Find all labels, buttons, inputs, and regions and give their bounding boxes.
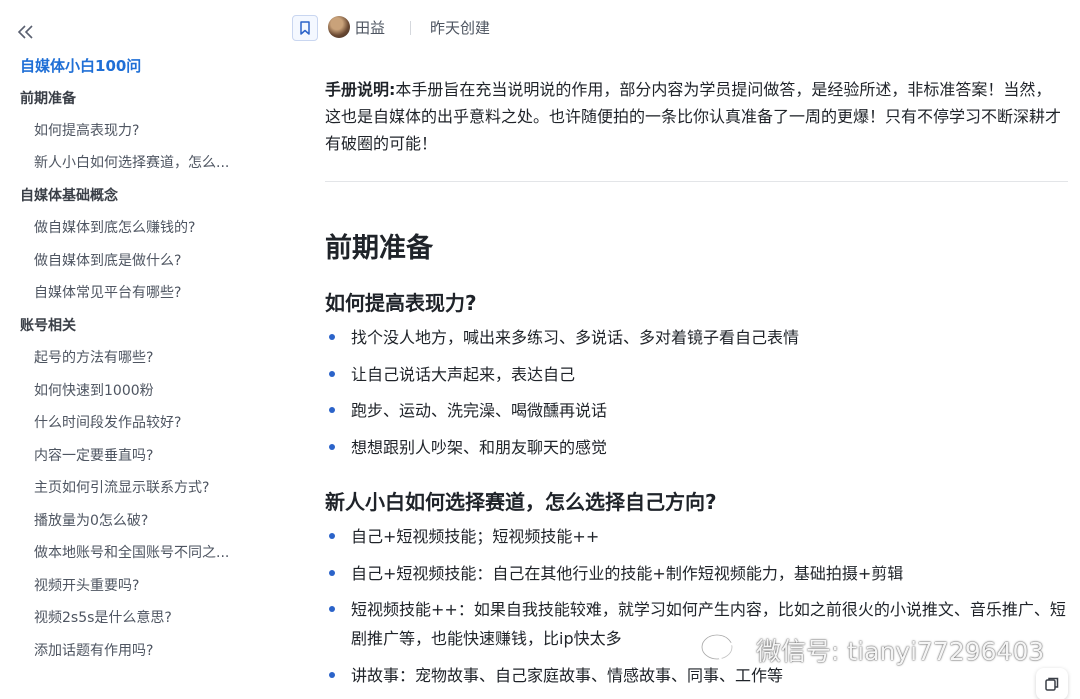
toc-item[interactable]: 如何快速到1000粉 [34, 380, 252, 400]
watermark: 微信号: tianyi77296403 [700, 628, 1044, 672]
toc-item[interactable]: 起号的方法有哪些? [34, 347, 252, 367]
list-item: 自己+短视频技能；短视频技能++ [325, 522, 1070, 551]
divider [325, 181, 1068, 182]
list-item: 想想跟别人吵架、和朋友聊天的感觉 [325, 433, 1070, 462]
intro-text: 本手册旨在充当说明说的作用，部分内容为学员提问做答，是经验所述，非标准答案！当然… [325, 80, 1062, 153]
toc-item[interactable]: 做自媒体到底怎么赚钱的? [34, 217, 252, 237]
section-heading: 前期准备 [325, 233, 433, 264]
doc-header: 田益 昨天创建 [262, 0, 1080, 56]
list-item: 找个没人地方，喊出来多练习、多说话、多对着镜子看自己表情 [325, 323, 1070, 352]
toc-heading[interactable]: 账号相关 [20, 315, 250, 335]
toc-item[interactable]: 内容一定要垂直吗? [34, 445, 252, 465]
toc-item[interactable]: 做本地账号和全国账号不同之... [34, 542, 252, 562]
subsection-heading: 如何提高表现力? [325, 291, 477, 315]
sidebar: 自媒体小白100问 前期准备 如何提高表现力? 新人小白如何选择赛道，怎么...… [0, 0, 262, 699]
collapse-sidebar-icon[interactable] [16, 22, 36, 42]
toc-item[interactable]: 播放量为0怎么破? [34, 510, 252, 530]
toc-item[interactable]: 添加话题有作用吗? [34, 640, 252, 660]
manual-description: 手册说明:本手册旨在充当说明说的作用，部分内容为学员提问做答，是经验所述，非标准… [325, 76, 1067, 157]
list-item: 自己+短视频技能：自己在其他行业的技能+制作短视频能力，基础拍摄+剪辑 [325, 559, 1070, 588]
bullet-dot-icon [329, 606, 335, 612]
floating-action-button[interactable] [1036, 668, 1068, 699]
subsection-heading: 新人小白如何选择赛道，怎么选择自己方向? [325, 490, 717, 514]
created-time: 昨天创建 [430, 19, 491, 37]
watermark-text: 微信号: tianyi77296403 [756, 637, 1045, 666]
bullet-dot-icon [329, 672, 335, 678]
toc-item[interactable]: 主页如何引流显示联系方式? [34, 477, 252, 497]
toc-item[interactable]: 视频2s5s是什么意思? [34, 607, 252, 627]
toc-item[interactable]: 自媒体常见平台有哪些? [34, 282, 252, 302]
toc-title[interactable]: 自媒体小白100问 [20, 55, 141, 76]
bookmark-button[interactable] [292, 15, 318, 41]
toc-item[interactable]: 视频开头重要吗? [34, 575, 252, 595]
list-item: 让自己说话大声起来，表达自己 [325, 360, 1070, 389]
toc-item[interactable]: 做自媒体到底是做什么? [34, 250, 252, 270]
list-item: 跑步、运动、洗完澡、喝微醺再说话 [325, 396, 1070, 425]
copy-icon [1045, 677, 1059, 691]
bullet-dot-icon [329, 407, 335, 413]
bullet-dot-icon [329, 334, 335, 340]
avatar[interactable] [328, 16, 350, 38]
header-divider [410, 21, 411, 35]
toc-heading[interactable]: 前期准备 [20, 88, 250, 108]
toc-item[interactable]: 新人小白如何选择赛道，怎么... [34, 152, 252, 172]
bullet-dot-icon [329, 533, 335, 539]
toc-item[interactable]: 如何提高表现力? [34, 120, 252, 140]
intro-label: 手册说明: [325, 80, 396, 99]
toc-heading[interactable]: 自媒体基础概念 [20, 185, 250, 205]
bookmark-icon [300, 21, 310, 35]
toc-item[interactable]: 什么时间段发作品较好? [34, 412, 252, 432]
author-name[interactable]: 田益 [355, 17, 385, 38]
bullet-dot-icon [329, 444, 335, 450]
wechat-icon [700, 633, 745, 666]
bullet-dot-icon [329, 371, 335, 377]
bullet-dot-icon [329, 570, 335, 576]
